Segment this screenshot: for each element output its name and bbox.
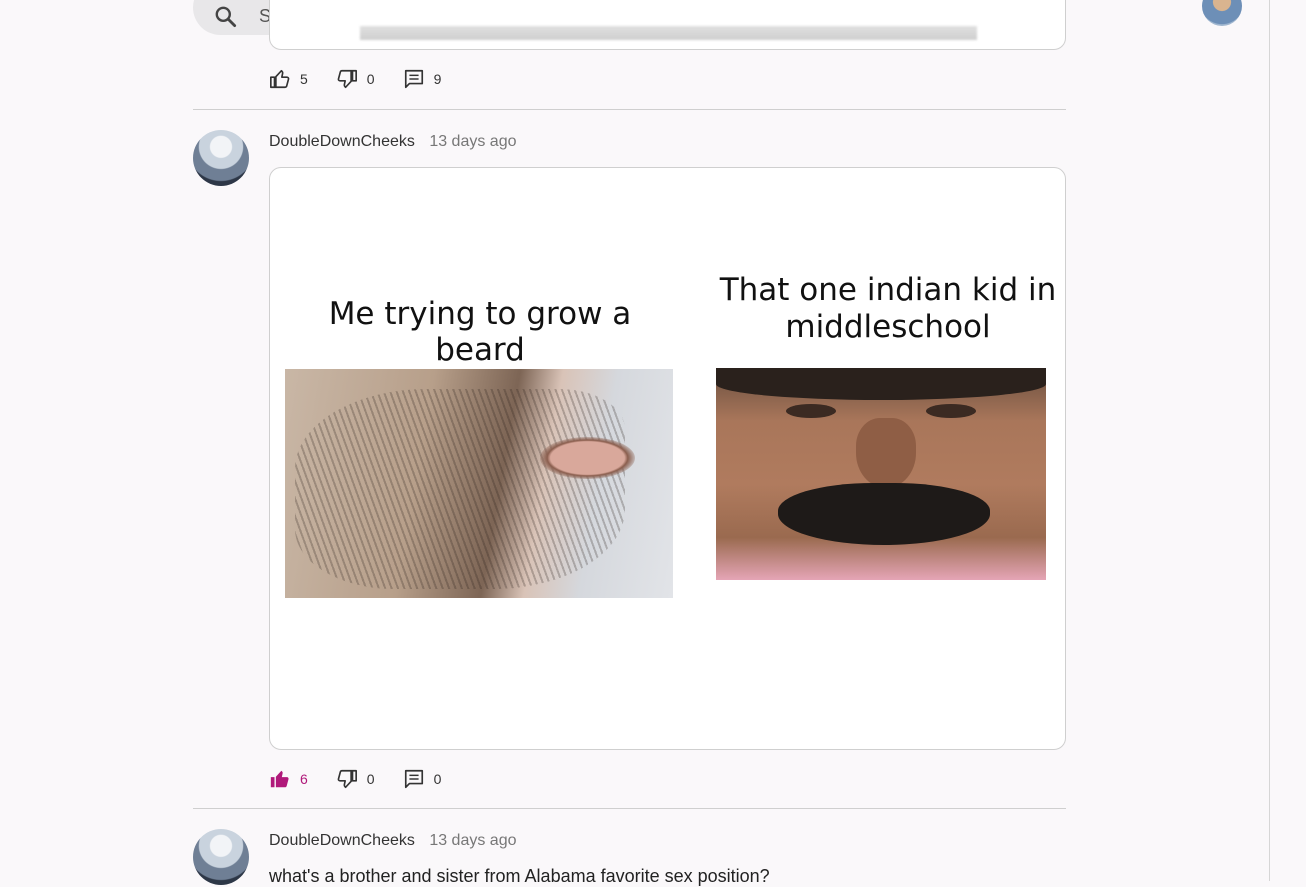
post-image-card[interactable]: Me trying to grow a beard That one india… — [269, 167, 1066, 750]
meme-mustache-photo-nose — [856, 418, 916, 488]
thumbs-up-filled-icon — [270, 770, 289, 788]
next-post-timestamp: 13 days ago — [429, 832, 517, 849]
meme-left-caption: Me trying to grow a beard — [328, 296, 632, 368]
post-author-avatar[interactable] — [193, 130, 249, 186]
like-count: 5 — [300, 71, 308, 87]
meme-mustache-photo — [716, 368, 1046, 580]
post-divider — [193, 109, 1066, 110]
previous-post-image — [269, 0, 1066, 50]
like-button[interactable]: 6 — [269, 768, 308, 790]
comment-icon — [404, 769, 423, 789]
search-icon — [215, 6, 237, 28]
thumbs-up-icon — [270, 69, 290, 89]
previous-post-actions: 5 0 9 — [269, 68, 469, 90]
meme-mustache-photo-mustache — [778, 483, 990, 545]
meme-mustache-photo-hair — [716, 368, 1046, 400]
meme-right-caption: That one indian kid in middleschool — [719, 272, 1057, 345]
dislike-button[interactable]: 0 — [336, 68, 375, 90]
thumbs-down-icon — [337, 69, 357, 89]
dislike-count: 0 — [366, 771, 375, 787]
user-avatar[interactable] — [1202, 0, 1242, 26]
meme-beard-photo — [285, 369, 673, 598]
next-post-author-avatar[interactable] — [193, 829, 249, 885]
post-meta: DoubleDownCheeks 13 days ago — [269, 133, 517, 151]
comments-button[interactable]: 9 — [403, 68, 442, 90]
meme-mustache-photo-eye-left — [786, 404, 836, 418]
comment-count: 9 — [433, 71, 442, 87]
post-divider — [193, 808, 1066, 809]
like-button[interactable]: 5 — [269, 68, 308, 90]
post-actions: 6 0 0 — [269, 768, 469, 790]
post-username[interactable]: DoubleDownCheeks — [269, 133, 415, 150]
meme-mustache-photo-eye-right — [926, 404, 976, 418]
post-timestamp: 13 days ago — [429, 133, 517, 150]
right-panel-divider — [1269, 0, 1270, 881]
dislike-button[interactable]: 0 — [336, 768, 375, 790]
like-count: 6 — [300, 771, 308, 787]
comments-button[interactable]: 0 — [403, 768, 442, 790]
next-post-username[interactable]: DoubleDownCheeks — [269, 832, 415, 849]
thumbs-down-icon — [337, 769, 357, 789]
previous-post-image-content — [360, 26, 977, 40]
comment-icon — [404, 69, 423, 89]
meme-beard-photo-stubble — [295, 389, 625, 589]
next-post-text: what's a brother and sister from Alabama… — [269, 866, 770, 886]
meme-beard-photo-mouth — [540, 437, 635, 479]
next-post-meta: DoubleDownCheeks 13 days ago — [269, 832, 517, 850]
comment-count: 0 — [433, 771, 442, 787]
dislike-count: 0 — [366, 71, 375, 87]
